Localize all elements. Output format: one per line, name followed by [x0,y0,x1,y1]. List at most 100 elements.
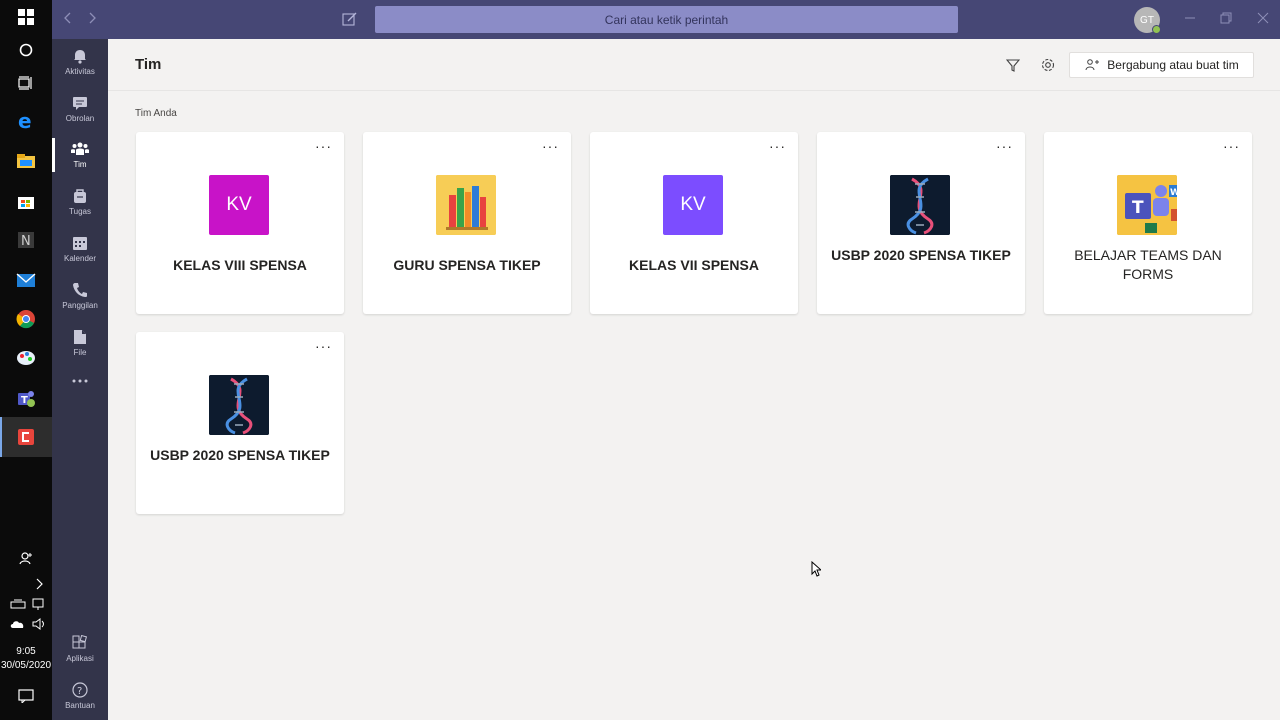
team-name: BELAJAR TEAMS DAN FORMS [1074,247,1222,282]
join-or-create-team-button[interactable]: Bergabung atau buat tim [1069,52,1254,78]
svg-text:N: N [21,234,31,249]
forward-arrow-icon[interactable] [88,11,96,27]
rail-item-label: Aktivitas [65,67,95,76]
file-icon [74,330,86,344]
rail-item-more[interactable] [52,369,108,415]
team-name: GURU SPENSA TIKEP [393,257,541,273]
compose-icon[interactable] [342,11,358,32]
people-icon[interactable] [13,545,39,571]
team-initials: KV [226,194,252,215]
office-apps-icon: T W [1117,175,1177,235]
more-horizontal-icon [72,379,88,383]
team-name: USBP 2020 SPENSA TIKEP [150,447,330,463]
team-card[interactable]: ··· T W BELAJAR TEAMS DAN FORMS [1044,132,1252,314]
gear-icon[interactable] [1039,56,1057,74]
bell-icon [74,50,86,64]
task-view-icon[interactable] [13,70,39,96]
notification-center-icon[interactable] [13,683,39,709]
svg-text:?: ? [77,686,82,697]
rail-item-label: Panggilan [62,301,98,310]
team-card[interactable]: ··· KV KELAS VIII SPENSA [136,132,344,314]
close-icon[interactable] [1256,11,1270,25]
windows-start-icon[interactable] [13,4,39,30]
svg-text:T: T [1132,198,1144,218]
app-rail: Aktivitas Obrolan Tim Tugas Kalender Pan… [52,39,108,720]
team-card[interactable]: ··· KV KELAS VII SPENSA [590,132,798,314]
minimize-icon[interactable] [1183,11,1197,25]
team-initials: KV [680,194,706,215]
join-button-label: Bergabung atau buat tim [1107,58,1239,72]
mouse-cursor-icon [811,560,823,582]
apps-icon [72,635,88,649]
rail-item-label: Aplikasi [66,654,94,663]
team-card[interactable]: ··· GURU SPENSA TIKEP [363,132,571,314]
help-icon: ? [72,682,88,698]
search-placeholder: Cari atau ketik perintah [604,12,729,27]
rail-item-help[interactable]: ? Bantuan [52,673,108,719]
rail-item-label: Tim [73,160,87,169]
search-input[interactable]: Cari atau ketik perintah [375,6,958,33]
rail-item-label: Kalender [63,254,97,263]
dna-icon [209,375,269,435]
more-options-icon[interactable]: ··· [996,138,1013,154]
system-date[interactable]: 30/05/2020 [0,659,52,673]
svg-text:T: T [21,395,28,406]
team-avatar-tile: KV [663,175,723,235]
system-time[interactable]: 9:05 [0,645,52,659]
more-options-icon[interactable]: ··· [315,338,332,354]
chrome-icon[interactable] [13,306,39,332]
rail-item-label: Bantuan [65,701,95,710]
paint-icon[interactable] [13,345,39,371]
more-options-icon[interactable]: ··· [1223,138,1240,154]
books-icon [436,175,496,235]
rail-item-files[interactable]: File [52,320,108,366]
rail-item-apps[interactable]: Aplikasi [52,626,108,672]
rail-item-activity[interactable]: Aktivitas [52,39,108,85]
team-card[interactable]: ··· USBP 2020 SPENSA TIKEP [817,132,1025,314]
section-label: Tim Anda [135,108,177,119]
page-title: Tim [135,56,162,73]
rail-item-label: Tugas [69,207,91,216]
teams-icon [71,142,89,155]
rail-item-label: Obrolan [65,114,95,123]
restore-icon[interactable] [1219,11,1233,25]
rail-item-calendar[interactable]: Kalender [52,226,108,272]
teams-titlebar: Cari atau ketik perintah GT [52,0,1280,39]
bag-icon [74,189,86,203]
teams-header: Tim Bergabung atau buat tim [108,39,1280,91]
rail-item-teams[interactable]: Tim [52,132,108,178]
store-icon[interactable] [13,188,39,214]
presence-status-icon [1152,25,1161,34]
teams-taskbar-icon[interactable]: T [13,385,39,411]
volume-icon[interactable] [26,611,52,637]
main-content: Tim Bergabung atau buat tim Tim Anda ···… [108,39,1280,720]
more-options-icon[interactable]: ··· [769,138,786,154]
team-name: KELAS VIII SPENSA [173,257,307,273]
filter-icon[interactable] [1004,56,1022,74]
team-avatar-tile: KV [209,175,269,235]
cortana-icon[interactable] [13,37,39,63]
phone-icon [73,283,87,297]
rail-item-label: File [73,348,87,357]
more-options-icon[interactable]: ··· [542,138,559,154]
windows-taskbar: e N T 9:05 30/05/2020 [0,0,52,720]
svg-text:W: W [1170,188,1177,198]
rail-item-assignments[interactable]: Tugas [52,179,108,225]
calendar-icon [73,237,87,250]
rail-item-calls[interactable]: Panggilan [52,273,108,319]
dna-icon [890,175,950,235]
svg-text:e: e [18,111,32,131]
chat-icon [73,97,87,110]
back-arrow-icon[interactable] [64,11,72,27]
edge-icon[interactable]: e [13,108,39,134]
recorder-app-icon[interactable] [13,424,39,450]
team-name: USBP 2020 SPENSA TIKEP [831,247,1011,263]
team-card[interactable]: ··· USBP 2020 SPENSA TIKEP [136,332,344,514]
avatar-initials: GT [1140,14,1154,26]
onenote-icon[interactable]: N [13,227,39,253]
more-options-icon[interactable]: ··· [315,138,332,154]
rail-item-chat[interactable]: Obrolan [52,86,108,132]
file-explorer-icon[interactable] [13,148,39,174]
add-team-icon [1085,59,1100,71]
mail-icon[interactable] [13,267,39,293]
